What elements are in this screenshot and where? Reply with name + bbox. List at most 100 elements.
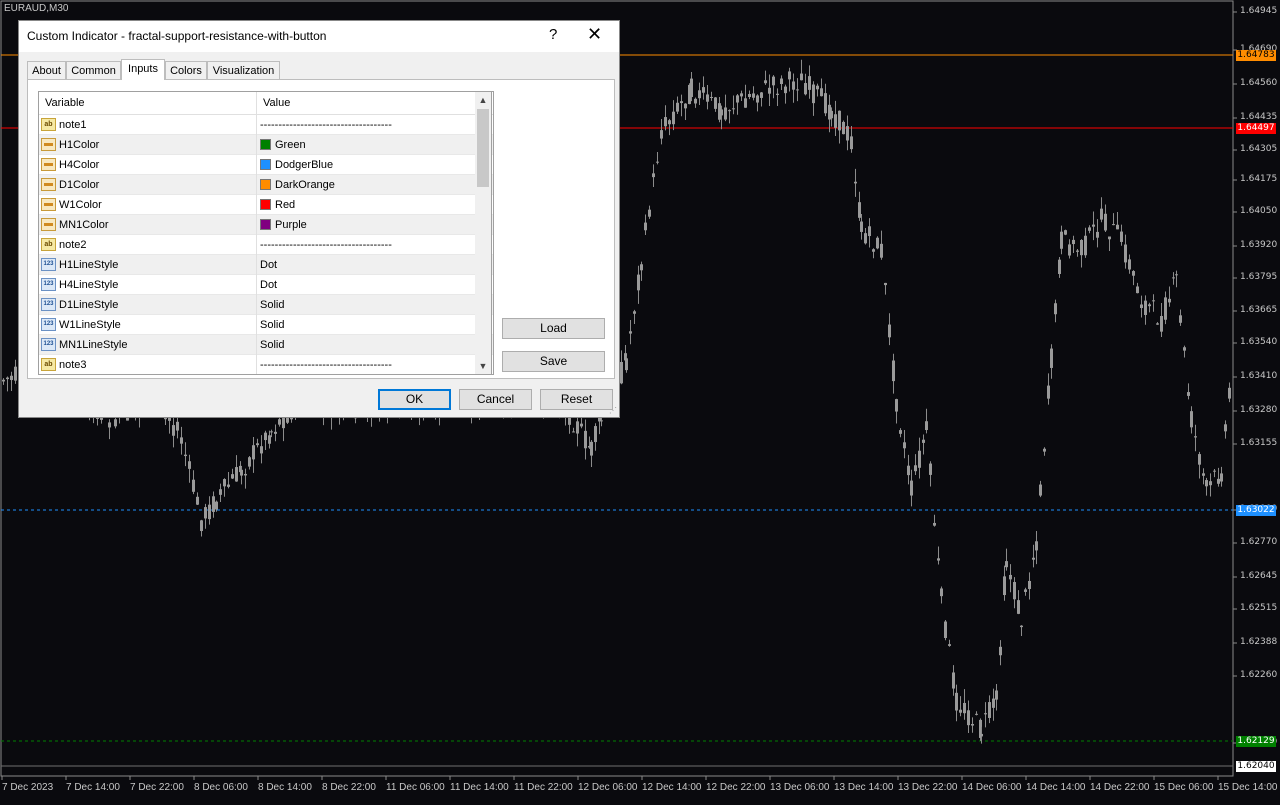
table-scrollbar[interactable]: ▲ ▼ (475, 91, 492, 375)
variable-value-text: Solid (260, 339, 285, 351)
candle-body (899, 430, 902, 434)
candle-body (1050, 348, 1053, 368)
table-row[interactable]: ab note3 ---------------------------------… (39, 355, 493, 374)
table-row[interactable]: H1Color Green (39, 135, 493, 155)
variable-value[interactable]: Solid (260, 299, 284, 311)
color-swatch (260, 159, 271, 170)
candle-body (184, 454, 187, 457)
cancel-button[interactable]: Cancel (459, 389, 532, 410)
variable-value[interactable]: Solid (260, 339, 284, 351)
candle-body (244, 473, 247, 476)
table-row[interactable]: W1Color Red (39, 195, 493, 215)
variable-value[interactable]: DarkOrange (260, 179, 335, 191)
table-row[interactable]: D1Color DarkOrange (39, 175, 493, 195)
candle-body (1213, 470, 1216, 472)
variable-value[interactable]: ------------------------------------ (260, 239, 392, 251)
candle-body (1108, 236, 1111, 240)
load-button[interactable]: Load (502, 318, 605, 339)
candle-body (788, 71, 791, 80)
candle-body (740, 93, 743, 97)
color-swatch (260, 199, 271, 210)
table-row[interactable]: 123 W1LineStyle Solid (39, 315, 493, 335)
candle-body (903, 442, 906, 449)
variable-value[interactable]: Dot (260, 259, 277, 271)
candle-body (872, 249, 875, 252)
time-axis-label: 8 Dec 14:00 (258, 782, 312, 793)
variable-value[interactable]: Red (260, 199, 295, 211)
scroll-thumb[interactable] (477, 109, 489, 187)
candle-body (208, 504, 211, 520)
variable-name: H4LineStyle (59, 279, 119, 291)
candle-body (736, 95, 739, 103)
variable-value[interactable]: Purple (260, 219, 307, 231)
variable-value[interactable]: DodgerBlue (260, 159, 333, 171)
table-row[interactable]: ab note1 ---------------------------------… (39, 115, 493, 135)
candle-body (910, 480, 913, 496)
variable-value[interactable]: Solid (260, 319, 284, 331)
time-axis-label: 11 Dec 06:00 (386, 782, 445, 793)
candle-body (690, 78, 693, 97)
save-button[interactable]: Save (502, 351, 605, 372)
candle-body (748, 94, 751, 98)
candle-body (760, 92, 763, 98)
variable-value-text: Green (275, 139, 306, 151)
candle-body (1039, 484, 1042, 496)
reset-button[interactable]: Reset (540, 389, 613, 410)
resize-grip-icon[interactable]: ⋰ (609, 406, 617, 415)
ok-button[interactable]: OK (378, 389, 451, 410)
table-row[interactable]: ab note2 ---------------------------------… (39, 235, 493, 255)
candle-body (937, 558, 940, 561)
candle-body (907, 465, 910, 476)
variable-value[interactable]: Green (260, 139, 306, 151)
tab-inputs[interactable]: Inputs (121, 59, 165, 80)
price-axis-label: 1.64050 (1240, 206, 1278, 216)
help-button[interactable]: ? (549, 26, 557, 43)
candle-body (864, 233, 867, 244)
variable-value[interactable]: ------------------------------------ (260, 119, 392, 131)
table-row[interactable]: 123 H1LineStyle Dot (39, 255, 493, 275)
price-level-tag: 1.63022 (1236, 505, 1276, 516)
column-divider (256, 115, 257, 135)
table-row[interactable]: 123 D1LineStyle Solid (39, 295, 493, 315)
scroll-down-icon[interactable]: ▼ (475, 358, 491, 374)
candle-body (842, 121, 845, 135)
candle-body (1172, 277, 1175, 279)
candle-body (702, 87, 705, 93)
variable-name: note3 (59, 359, 87, 371)
tab-visualization[interactable]: Visualization (207, 61, 280, 79)
candle-body (680, 101, 683, 104)
candle-body (1224, 424, 1227, 432)
close-icon[interactable]: ✕ (587, 24, 602, 45)
tab-colors[interactable]: Colors (165, 61, 207, 79)
variable-value[interactable]: ------------------------------------ (260, 359, 392, 371)
tab-about[interactable]: About (27, 61, 66, 79)
candle-body (1088, 227, 1091, 231)
tab-common[interactable]: Common (66, 61, 121, 79)
table-row[interactable]: MN1Color Purple (39, 215, 493, 235)
price-axis-label: 1.62388 (1240, 637, 1278, 647)
variable-value[interactable]: Dot (260, 279, 277, 291)
candle-body (884, 282, 887, 286)
candle-body (620, 361, 623, 384)
column-divider (256, 235, 257, 255)
price-level-tag: 1.64497 (1236, 123, 1276, 134)
candle-body (256, 443, 259, 446)
candle-body (1028, 580, 1031, 589)
table-row[interactable]: 123 H4LineStyle Dot (39, 275, 493, 295)
candle-body (1020, 625, 1023, 628)
dialog-titlebar[interactable]: Custom Indicator - fractal-support-resis… (19, 21, 619, 52)
table-row[interactable]: H4Color DodgerBlue (39, 155, 493, 175)
variable-value-text: ------------------------------------ (260, 119, 392, 131)
candle-body (1054, 303, 1057, 315)
price-level-tag: 1.62129 (1236, 736, 1276, 747)
time-axis-label: 11 Dec 14:00 (450, 782, 509, 793)
column-divider (256, 255, 257, 275)
table-row[interactable]: 123 MN1LineStyle Solid (39, 335, 493, 355)
color-type-icon (41, 158, 56, 171)
variable-name: W1Color (59, 199, 102, 211)
candle-body (860, 221, 863, 232)
color-type-icon (41, 218, 56, 231)
candle-body (252, 445, 255, 460)
scroll-up-icon[interactable]: ▲ (475, 92, 491, 108)
color-swatch (260, 139, 271, 150)
